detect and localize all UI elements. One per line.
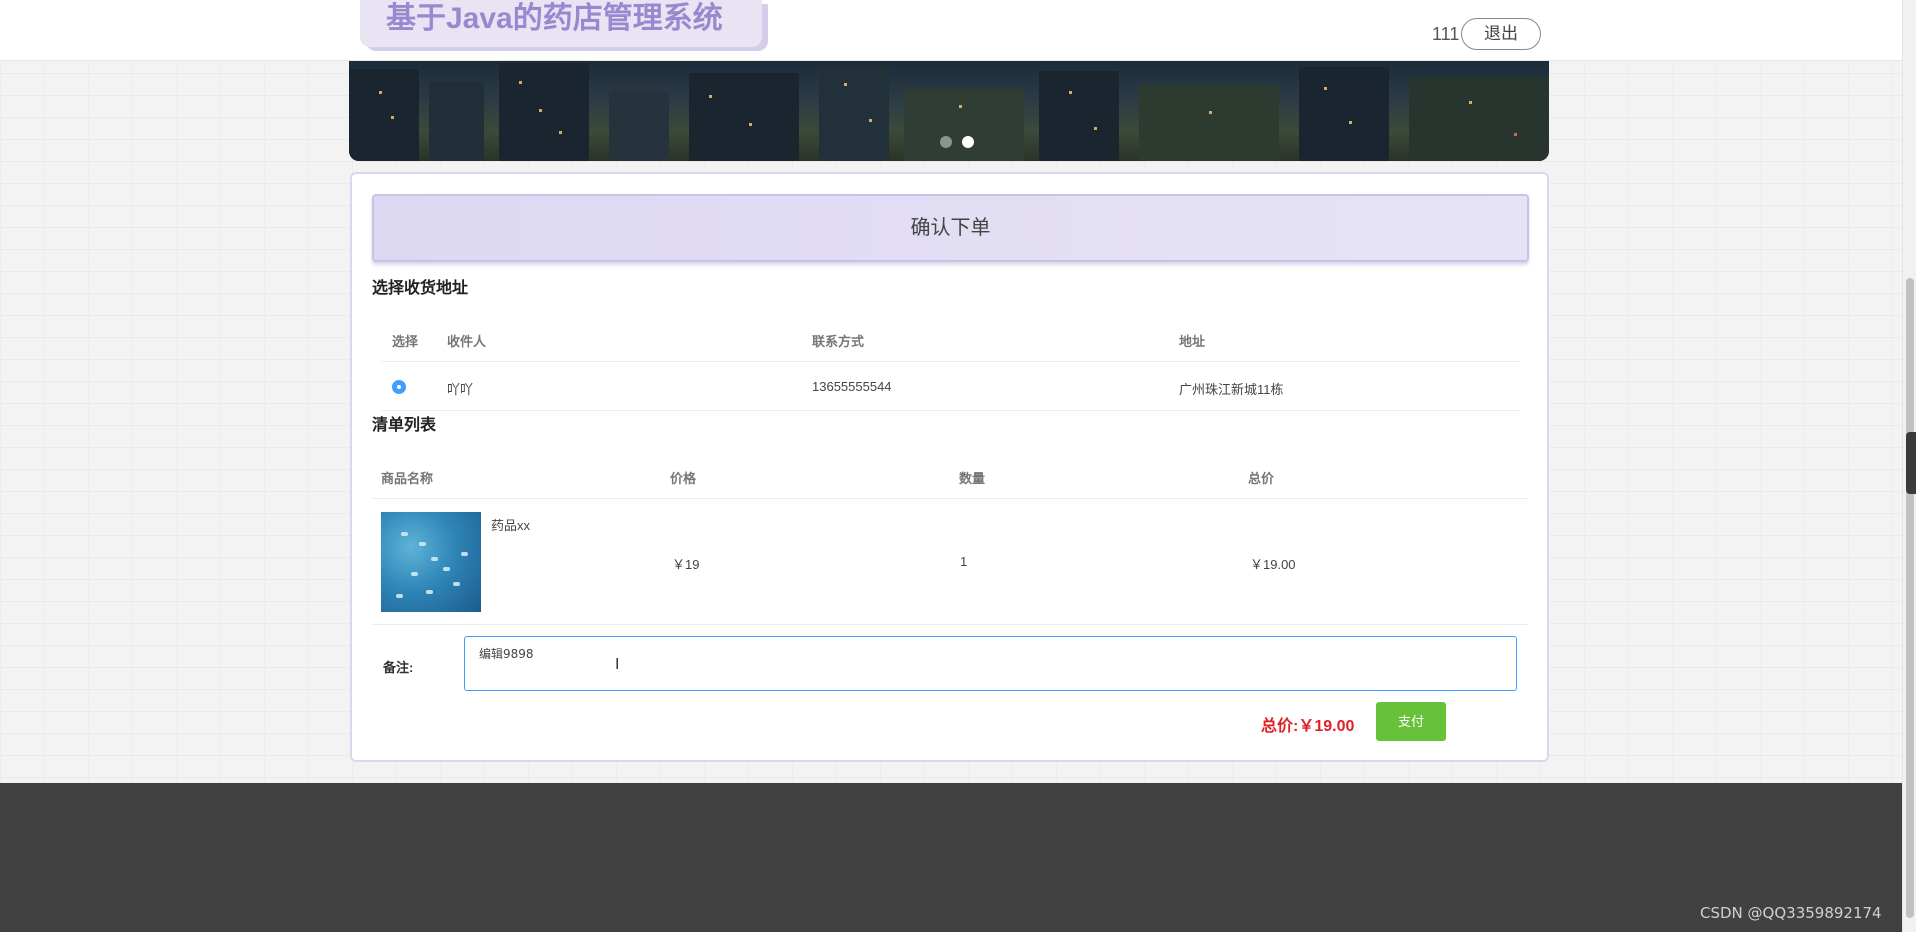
top-navbar: 基于Java的药店管理系统 111 退出 [0, 0, 1902, 61]
product-image-detail [401, 532, 408, 536]
product-image [381, 512, 481, 612]
item-col-price: 价格 [670, 471, 697, 486]
scrollbar-thumb[interactable] [1906, 278, 1914, 918]
item-col-quantity: 数量 [959, 471, 986, 486]
address-detail: 广州珠江新城11栋 [1179, 382, 1284, 397]
banner-building [689, 73, 799, 161]
product-image-detail [426, 590, 433, 594]
text-cursor-icon: I [615, 656, 620, 673]
banner-building [819, 66, 889, 161]
address-recipient: 吖吖 [447, 382, 474, 397]
banner-window-light [709, 95, 712, 98]
banner-window-light [844, 83, 847, 86]
item-col-subtotal: 总价 [1248, 471, 1275, 486]
banner-window-light [1514, 133, 1517, 136]
banner-window-light [959, 105, 962, 108]
remark-textarea[interactable]: 编辑9898 [464, 636, 1517, 691]
address-col-phone: 联系方式 [812, 334, 865, 349]
banner-building [1409, 77, 1549, 161]
banner-window-light [379, 91, 382, 94]
banner-building [499, 63, 589, 161]
table-divider [382, 361, 1519, 362]
banner-window-light [391, 116, 394, 119]
csdn-watermark: CSDN @QQ3359892174 [1700, 904, 1882, 922]
order-total: 总价:￥19.00 [1261, 718, 1355, 735]
banner-building [429, 81, 484, 161]
product-quantity: 1 [960, 554, 968, 569]
product-image-detail [453, 582, 460, 586]
banner-window-light [869, 119, 872, 122]
address-col-address: 地址 [1179, 334, 1206, 349]
product-image-detail [461, 552, 468, 556]
banner-window-light [1469, 101, 1472, 104]
banner-window-light [749, 123, 752, 126]
product-subtotal: ￥19.00 [1250, 557, 1296, 572]
product-image-detail [396, 594, 403, 598]
order-confirm-card: 确认下单 选择收货地址 选择 收件人 联系方式 地址 吖吖 1365555554… [350, 172, 1549, 762]
product-image-detail [431, 557, 438, 561]
address-phone: 13655555544 [812, 379, 892, 394]
banner-building [1299, 67, 1389, 161]
carousel-dot-2[interactable] [962, 136, 974, 148]
banner-window-light [559, 131, 562, 134]
banner-window-light [539, 109, 542, 112]
banner-window-light [1324, 87, 1327, 90]
address-section-title: 选择收货地址 [372, 280, 469, 297]
username-label: 111 [1432, 24, 1460, 44]
product-image-detail [411, 572, 418, 576]
banner-window-light [1209, 111, 1212, 114]
banner-window-light [519, 81, 522, 84]
product-price: ￥19 [672, 557, 700, 572]
side-tool-tab[interactable] [1906, 432, 1916, 494]
banner-building [609, 91, 669, 161]
address-radio[interactable] [392, 380, 406, 394]
list-section-title: 清单列表 [372, 417, 437, 434]
carousel-dot-1[interactable] [940, 136, 952, 148]
banner-window-light [1069, 91, 1072, 94]
product-image-detail [443, 567, 450, 571]
banner-window-light [1094, 127, 1097, 130]
banner-building [1139, 85, 1279, 161]
site-title-box: 基于Java的药店管理系统 [360, 0, 762, 47]
product-image-detail [419, 542, 426, 546]
banner-building [349, 69, 419, 161]
confirm-order-header: 确认下单 [372, 194, 1529, 262]
pay-button[interactable]: 支付 [1376, 702, 1446, 741]
item-col-name: 商品名称 [381, 471, 434, 486]
banner-window-light [1349, 121, 1352, 124]
remark-label: 备注: [383, 660, 414, 675]
page-footer [0, 783, 1902, 932]
banner-building [904, 89, 1024, 161]
address-col-recipient: 收件人 [447, 334, 487, 349]
logout-button[interactable]: 退出 [1461, 18, 1541, 50]
address-col-select: 选择 [392, 334, 419, 349]
table-divider [372, 498, 1529, 499]
product-name: 药品xx [491, 518, 531, 533]
table-divider [382, 410, 1519, 411]
banner-building [1039, 71, 1119, 161]
site-title: 基于Java的药店管理系统 [386, 2, 723, 35]
table-divider [372, 624, 1529, 625]
